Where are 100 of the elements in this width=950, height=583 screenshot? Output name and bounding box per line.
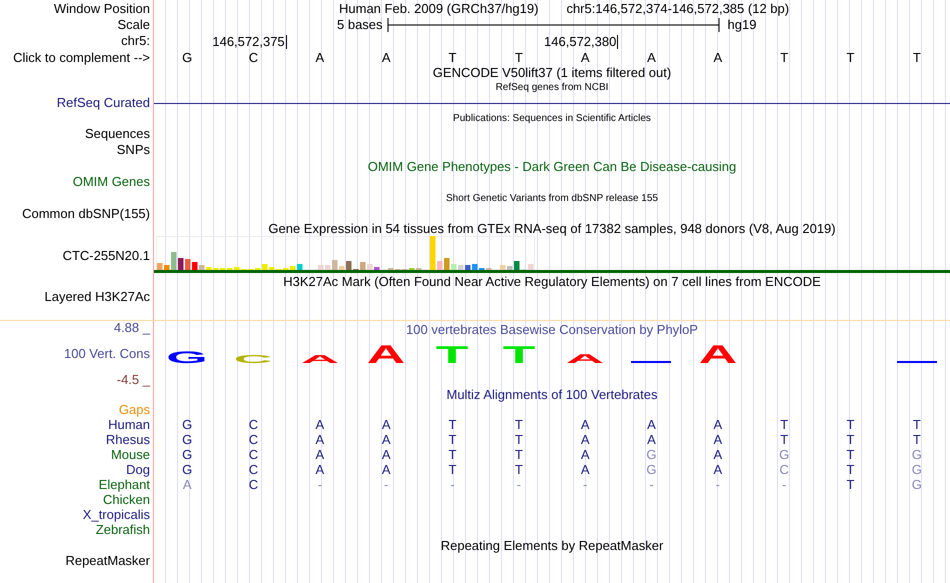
alignment-base: A	[382, 447, 390, 462]
base-letter[interactable]: T	[780, 49, 788, 66]
base-letter[interactable]: T	[514, 49, 523, 66]
alignment-base: A	[647, 417, 656, 432]
track-label[interactable]: OMIM Genes	[0, 174, 150, 190]
alignment-base: A	[382, 417, 390, 432]
alignment-base: T	[514, 432, 523, 447]
alignment-base: T	[448, 447, 456, 462]
coordinate-tick: 146,572,380	[544, 35, 618, 49]
alignment-base: -	[450, 477, 455, 492]
base-letter[interactable]: G	[182, 49, 192, 66]
species-label[interactable]: Human	[108, 417, 150, 432]
species-label[interactable]: Chicken	[103, 492, 150, 507]
alignment-base: A	[315, 462, 324, 477]
alignment-base: T	[448, 462, 456, 477]
track-title: Multiz Alignments of 100 Vertebrates	[446, 387, 658, 402]
complement-link[interactable]: Click to complement -->	[13, 50, 150, 65]
track-label[interactable]: Common dbSNP(155)	[0, 206, 150, 222]
alignment-base: A	[713, 462, 722, 477]
alignment-base: A	[713, 432, 722, 447]
alignment-base: -	[516, 477, 521, 492]
alignment-base: G	[912, 447, 922, 462]
alignment-base: G	[646, 462, 657, 477]
alignment-base: G	[912, 462, 922, 477]
axis-max-label: 4.88 _	[114, 321, 150, 335]
base-letter[interactable]: A	[713, 49, 722, 66]
alignment-base: A	[315, 447, 324, 462]
alignment-base: T	[514, 417, 523, 432]
alignment-base: A	[382, 462, 390, 477]
logo-letter: C	[229, 354, 278, 363]
track-label[interactable]: RefSeq Curated	[0, 95, 150, 111]
track-title: Repeating Elements by RepeatMasker	[440, 539, 664, 553]
row-label: Window Position	[54, 1, 150, 16]
species-label[interactable]: X_tropicalis	[82, 507, 150, 522]
track-label[interactable]: RepeatMasker	[0, 553, 150, 569]
track-title: RefSeq genes from NCBI	[496, 82, 608, 94]
track-title: 100 vertebrates Basewise Conservation by PhyloP	[406, 323, 698, 337]
logo-letter: T	[494, 344, 543, 363]
base-letter[interactable]: T	[846, 49, 854, 66]
track-title: GENCODE V50lift37 (1 items filtered out)	[432, 66, 672, 80]
base-letter[interactable]: C	[248, 49, 258, 66]
alignment-base: G	[182, 462, 192, 477]
alignment-base: A	[580, 417, 590, 432]
logo-letter: A	[362, 343, 410, 363]
alignment-base: G	[912, 477, 922, 492]
alignment-base: G	[182, 432, 192, 447]
alignment-base: -	[716, 477, 720, 492]
alignment-base: T	[514, 462, 523, 477]
alignment-base: T	[846, 417, 854, 432]
alignment-base: T	[514, 447, 523, 462]
assembly-text: Human Feb. 2009 (GRCh37/hg19)	[339, 0, 538, 17]
species-label[interactable]: Rhesus	[106, 432, 150, 447]
species-label[interactable]: Mouse	[110, 447, 150, 462]
track-title: OMIM Gene Phenotypes - Dark Green Can Be Disease-causing	[368, 160, 736, 174]
track-label[interactable]: 100 Vert. Cons	[64, 346, 150, 362]
track-title: H3K27Ac Mark (Often Found Near Active Regulatory Elements) on 7 cell lines from ENCODE	[283, 275, 821, 289]
alignment-base: A	[315, 417, 324, 432]
alignment-base: C	[248, 462, 258, 477]
alignment-base: -	[384, 477, 388, 492]
position-text: chr5:146,572,374-146,572,385 (12 bp)	[566, 0, 790, 17]
alignment-base: T	[448, 432, 456, 447]
alignment-base: C	[248, 477, 258, 492]
base-letter[interactable]: T	[448, 49, 456, 66]
base-letter[interactable]: A	[315, 49, 324, 66]
species-label[interactable]: Dog	[126, 462, 150, 477]
alignment-base: A	[382, 432, 390, 447]
base-letter[interactable]: A	[382, 49, 390, 66]
base-letter[interactable]: A	[647, 49, 656, 66]
species-label[interactable]: Zebrafish	[96, 522, 150, 537]
track-title: Short Genetic Variants from dbSNP release 155	[446, 192, 658, 206]
alignment-base: C	[248, 447, 258, 462]
alignment-base: T	[780, 417, 788, 432]
alignment-base: -	[582, 477, 588, 492]
alignment-base: T	[780, 432, 788, 447]
alignment-base: -	[782, 477, 786, 492]
alignment-base: T	[912, 417, 921, 432]
track-label[interactable]: Sequences	[0, 126, 150, 142]
scale-db-text: hg19	[728, 16, 756, 34]
row-label: chr5:	[121, 33, 150, 48]
alignment-base: A	[580, 447, 590, 462]
alignment-base: A	[713, 447, 722, 462]
base-letter[interactable]: A	[580, 49, 590, 66]
logo-letter: A	[694, 343, 742, 363]
alignment-base: A	[315, 432, 324, 447]
row-label: Scale	[117, 17, 150, 32]
alignment-base: A	[647, 432, 656, 447]
track-title: Publications: Sequences in Scientific Articles	[453, 112, 651, 126]
alignment-base: A	[580, 432, 590, 447]
base-letter[interactable]: T	[912, 49, 921, 66]
logo-letter: T	[428, 344, 476, 363]
alignment-base: T	[846, 477, 854, 492]
alignment-base: A	[580, 462, 590, 477]
alignment-base: -	[649, 477, 654, 492]
alignment-base: G	[182, 447, 192, 462]
track-label[interactable]: SNPs	[0, 142, 150, 158]
axis-min-label: -4.5 _	[116, 373, 150, 387]
species-label[interactable]: Elephant	[98, 477, 150, 492]
track-label[interactable]: Layered H3K27Ac	[0, 289, 150, 305]
alignment-base: G	[779, 447, 790, 462]
track-label[interactable]: CTC-255N20.1	[0, 248, 150, 264]
